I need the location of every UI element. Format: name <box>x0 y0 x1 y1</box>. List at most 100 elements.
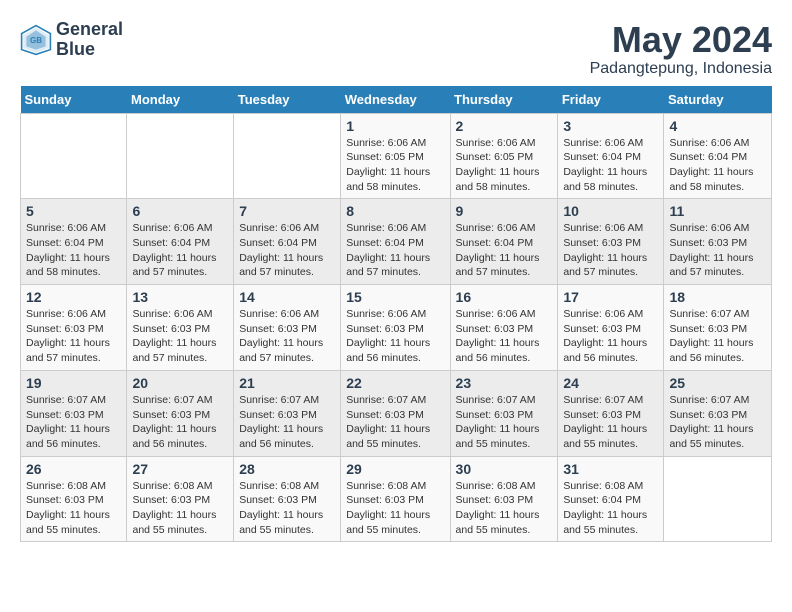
calendar-cell: 2 Sunrise: 6:06 AM Sunset: 6:05 PM Daylig… <box>450 113 558 199</box>
day-number: 20 <box>132 375 228 391</box>
header-day: Sunday <box>21 86 127 114</box>
calendar-cell: 5 Sunrise: 6:06 AM Sunset: 6:04 PM Daylig… <box>21 199 127 285</box>
day-info: Sunrise: 6:07 AM Sunset: 6:03 PM Dayligh… <box>346 393 444 452</box>
day-number: 9 <box>456 203 553 219</box>
day-number: 13 <box>132 289 228 305</box>
day-number: 21 <box>239 375 335 391</box>
logo-text: General Blue <box>56 20 123 60</box>
day-info: Sunrise: 6:07 AM Sunset: 6:03 PM Dayligh… <box>239 393 335 452</box>
day-number: 15 <box>346 289 444 305</box>
calendar-cell: 19Sunrise: 6:07 AM Sunset: 6:03 PM Dayli… <box>21 370 127 456</box>
header-day: Tuesday <box>234 86 341 114</box>
day-number: 17 <box>563 289 658 305</box>
calendar-cell: 28 Sunrise: 6:08 AM Sunset: 6:03 PM Dayli… <box>234 456 341 542</box>
day-number: 22 <box>346 375 444 391</box>
calendar-cell: 30 Sunrise: 6:08 AM Sunset: 6:03 PM Dayli… <box>450 456 558 542</box>
calendar-week: 19 Sunrise: 6:07 AM Sunset: 6:03 PM Dayli… <box>21 370 772 456</box>
day-number: 23 <box>456 375 553 391</box>
calendar-cell: 15 Sunrise: 6:06 AM Sunset: 6:03 PM Dayli… <box>341 285 450 371</box>
day-info: Sunrise: 6:08 AM Sunset: 6:03 PM Dayligh… <box>239 479 335 538</box>
day-number: 16 <box>456 289 553 305</box>
day-number: 8 <box>346 203 444 219</box>
day-number: 29 <box>346 461 444 477</box>
calendar-cell: 9 Sunrise: 6:06 AM Sunset: 6:04 PM Daylig… <box>450 199 558 285</box>
calendar-cell: 1Sunrise: 6:06 AM Sunset: 6:05 PM Daylig… <box>341 113 450 199</box>
calendar-cell: 23 Sunrise: 6:07 AM Sunset: 6:03 PM Dayli… <box>450 370 558 456</box>
day-info: Sunrise: 6:06 AM Sunset: 6:03 PM Dayligh… <box>346 307 444 366</box>
day-number: 12 <box>26 289 121 305</box>
calendar-cell: 22 Sunrise: 6:07 AM Sunset: 6:03 PM Dayli… <box>341 370 450 456</box>
calendar-cell: 26 Sunrise: 6:08 AM Sunset: 6:03 PM Dayli… <box>21 456 127 542</box>
day-info: Sunrise: 6:08 AM Sunset: 6:03 PM Dayligh… <box>132 479 228 538</box>
calendar-cell: 10Sunrise: 6:06 AM Sunset: 6:03 PM Dayli… <box>558 199 664 285</box>
day-number: 24 <box>563 375 658 391</box>
day-number: 5 <box>26 203 121 219</box>
day-info: Sunrise: 6:06 AM Sunset: 6:05 PM Dayligh… <box>456 136 553 195</box>
header-day: Saturday <box>664 86 772 114</box>
calendar-cell: 8 Sunrise: 6:06 AM Sunset: 6:04 PM Daylig… <box>341 199 450 285</box>
calendar-cell <box>664 456 772 542</box>
day-number: 28 <box>239 461 335 477</box>
day-info: Sunrise: 6:06 AM Sunset: 6:03 PM Dayligh… <box>456 307 553 366</box>
day-info: Sunrise: 6:06 AM Sunset: 6:03 PM Dayligh… <box>239 307 335 366</box>
day-number: 18 <box>669 289 766 305</box>
calendar-cell: 29 Sunrise: 6:08 AM Sunset: 6:03 PM Dayli… <box>341 456 450 542</box>
day-info: Sunrise: 6:08 AM Sunset: 6:03 PM Dayligh… <box>346 479 444 538</box>
day-info: Sunrise: 6:06 AM Sunset: 6:04 PM Dayligh… <box>239 221 335 280</box>
calendar-cell: 17 Sunrise: 6:06 AM Sunset: 6:03 PM Dayli… <box>558 285 664 371</box>
header-day: Thursday <box>450 86 558 114</box>
day-info: Sunrise: 6:06 AM Sunset: 6:04 PM Dayligh… <box>669 136 766 195</box>
day-info: Sunrise: 6:07 AM Sunset: 6:03 PM Dayligh… <box>563 393 658 452</box>
calendar-cell <box>21 113 127 199</box>
day-info: Sunrise: 6:07 AM Sunset: 6:03 PM Dayligh… <box>456 393 553 452</box>
header-day: Friday <box>558 86 664 114</box>
day-info: Sunrise: 6:06 AM Sunset: 6:03 PM Dayligh… <box>563 221 658 280</box>
day-info: Sunrise: 6:07 AM Sunset: 6:03 PM Dayligh… <box>132 393 228 452</box>
calendar-cell: 3Sunrise: 6:06 AM Sunset: 6:04 PM Daylig… <box>558 113 664 199</box>
day-number: 6 <box>132 203 228 219</box>
logo: GB General Blue <box>20 20 123 60</box>
calendar-cell: 24 Sunrise: 6:07 AM Sunset: 6:03 PM Dayli… <box>558 370 664 456</box>
day-number: 26 <box>26 461 121 477</box>
day-info: Sunrise: 6:08 AM Sunset: 6:03 PM Dayligh… <box>26 479 121 538</box>
title-block: May 2024 Padangtepung, Indonesia <box>590 20 772 78</box>
calendar-table: SundayMondayTuesdayWednesdayThursdayFrid… <box>20 86 772 543</box>
day-info: Sunrise: 6:06 AM Sunset: 6:05 PM Dayligh… <box>346 136 444 195</box>
day-number: 31 <box>563 461 658 477</box>
day-info: Sunrise: 6:06 AM Sunset: 6:03 PM Dayligh… <box>26 307 121 366</box>
day-info: Sunrise: 6:06 AM Sunset: 6:04 PM Dayligh… <box>346 221 444 280</box>
day-number: 25 <box>669 375 766 391</box>
day-info: Sunrise: 6:08 AM Sunset: 6:03 PM Dayligh… <box>456 479 553 538</box>
calendar-cell: 14Sunrise: 6:06 AM Sunset: 6:03 PM Dayli… <box>234 285 341 371</box>
day-info: Sunrise: 6:06 AM Sunset: 6:03 PM Dayligh… <box>132 307 228 366</box>
day-number: 30 <box>456 461 553 477</box>
calendar-body: 1Sunrise: 6:06 AM Sunset: 6:05 PM Daylig… <box>21 113 772 542</box>
calendar-week: 1Sunrise: 6:06 AM Sunset: 6:05 PM Daylig… <box>21 113 772 199</box>
day-number: 27 <box>132 461 228 477</box>
header-day: Wednesday <box>341 86 450 114</box>
calendar-cell: 18Sunrise: 6:07 AM Sunset: 6:03 PM Dayli… <box>664 285 772 371</box>
calendar-header: SundayMondayTuesdayWednesdayThursdayFrid… <box>21 86 772 114</box>
page-header: GB General Blue May 2024 Padangtepung, I… <box>20 20 772 78</box>
day-number: 7 <box>239 203 335 219</box>
day-number: 2 <box>456 118 553 134</box>
calendar-cell: 27 Sunrise: 6:08 AM Sunset: 6:03 PM Dayli… <box>127 456 234 542</box>
calendar-cell: 7 Sunrise: 6:06 AM Sunset: 6:04 PM Daylig… <box>234 199 341 285</box>
calendar-cell <box>234 113 341 199</box>
day-number: 11 <box>669 203 766 219</box>
day-number: 19 <box>26 375 121 391</box>
calendar-cell: 16 Sunrise: 6:06 AM Sunset: 6:03 PM Dayli… <box>450 285 558 371</box>
logo-icon: GB <box>20 24 52 56</box>
calendar-cell: 31 Sunrise: 6:08 AM Sunset: 6:04 PM Dayli… <box>558 456 664 542</box>
day-info: Sunrise: 6:06 AM Sunset: 6:04 PM Dayligh… <box>456 221 553 280</box>
calendar-cell: 12 Sunrise: 6:06 AM Sunset: 6:03 PM Dayli… <box>21 285 127 371</box>
calendar-cell: 25Sunrise: 6:07 AM Sunset: 6:03 PM Dayli… <box>664 370 772 456</box>
calendar-week: 26 Sunrise: 6:08 AM Sunset: 6:03 PM Dayli… <box>21 456 772 542</box>
calendar-cell: 20 Sunrise: 6:07 AM Sunset: 6:03 PM Dayli… <box>127 370 234 456</box>
day-info: Sunrise: 6:06 AM Sunset: 6:03 PM Dayligh… <box>563 307 658 366</box>
day-info: Sunrise: 6:08 AM Sunset: 6:04 PM Dayligh… <box>563 479 658 538</box>
day-info: Sunrise: 6:06 AM Sunset: 6:04 PM Dayligh… <box>26 221 121 280</box>
calendar-week: 5 Sunrise: 6:06 AM Sunset: 6:04 PM Daylig… <box>21 199 772 285</box>
calendar-week: 12 Sunrise: 6:06 AM Sunset: 6:03 PM Dayli… <box>21 285 772 371</box>
calendar-cell <box>127 113 234 199</box>
